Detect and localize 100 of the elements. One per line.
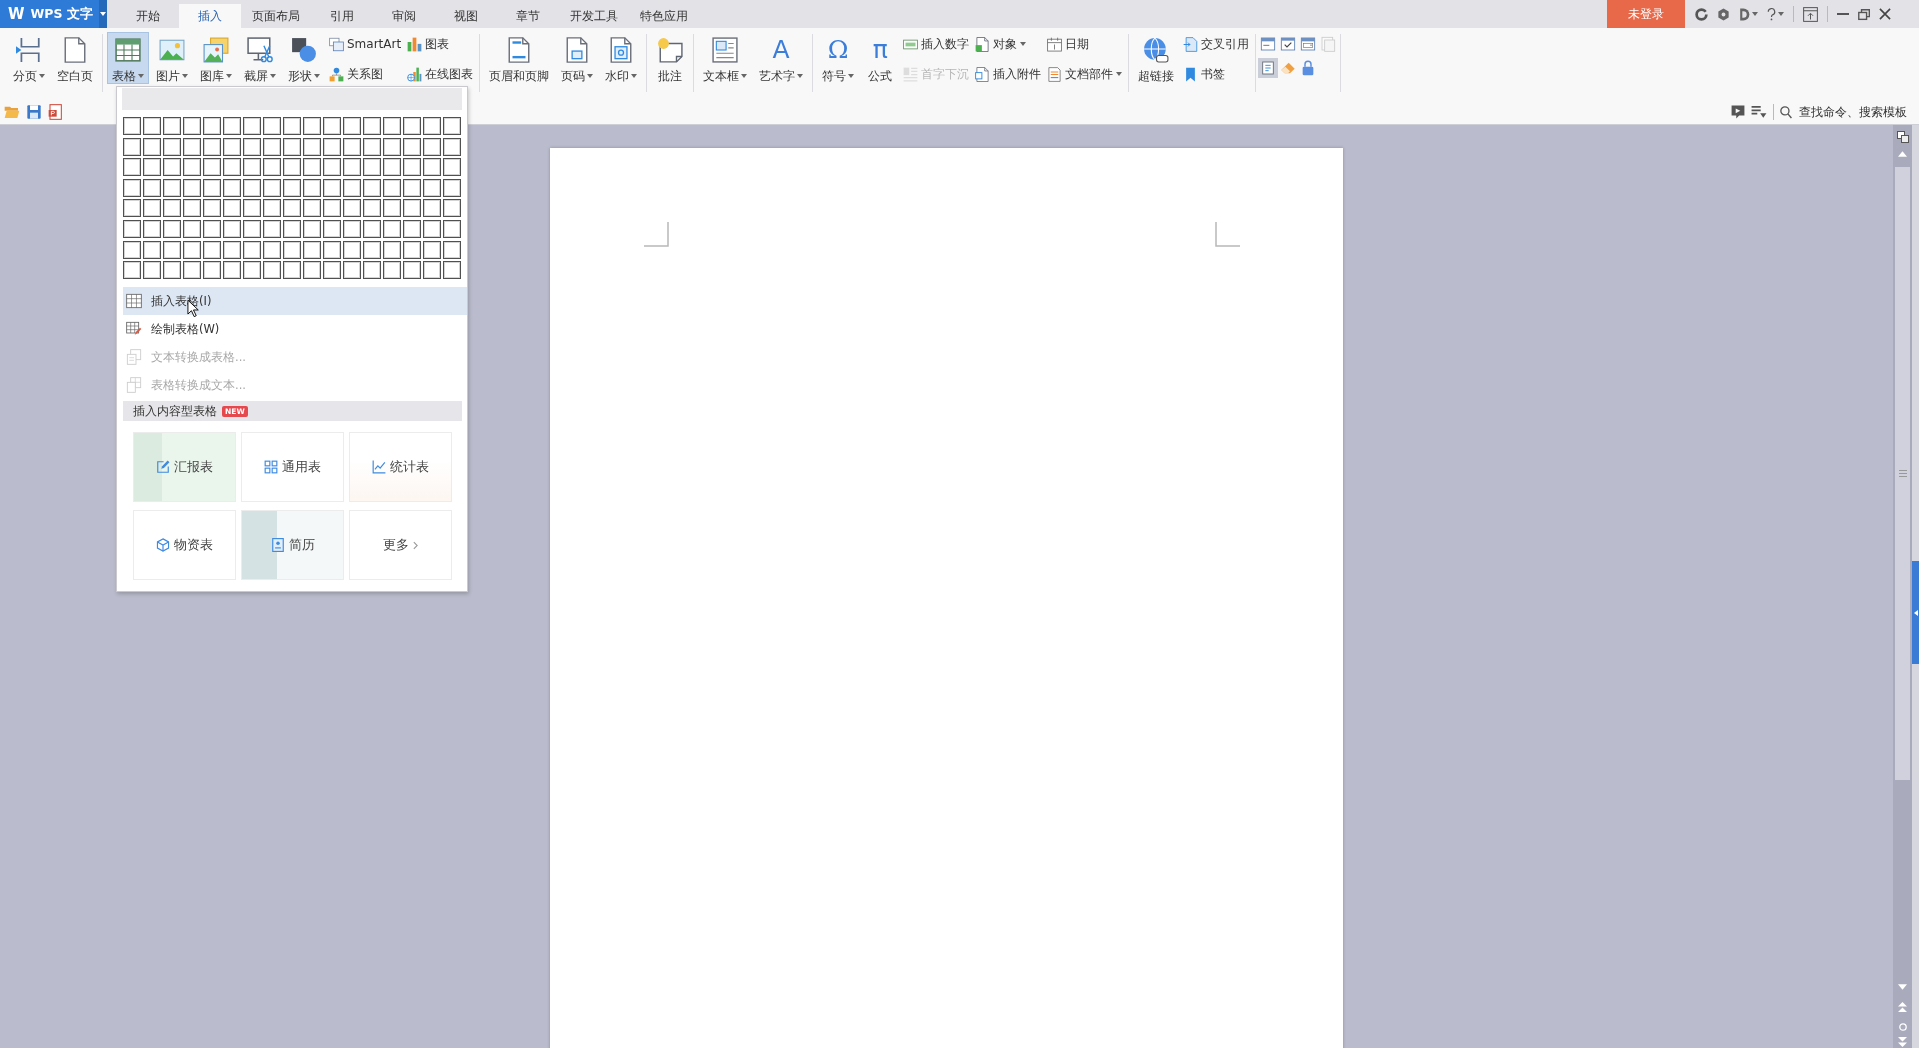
table-grid-cell[interactable]	[283, 158, 301, 177]
table-grid-cell[interactable]	[203, 137, 221, 156]
table-grid-cell[interactable]	[423, 261, 441, 280]
ribbon-button[interactable]: 截屏	[239, 32, 281, 84]
table-grid-cell[interactable]	[143, 137, 161, 156]
table-grid-cell[interactable]	[183, 137, 201, 156]
ribbon-button[interactable]: 插入附件	[973, 63, 1044, 85]
table-grid-cell[interactable]	[183, 178, 201, 197]
table-grid-cell[interactable]	[223, 261, 241, 280]
table-grid-cell[interactable]	[223, 178, 241, 197]
table-grid-cell[interactable]	[303, 178, 321, 197]
table-grid-cell[interactable]	[343, 240, 361, 259]
template-tile[interactable]: 物资表	[133, 510, 236, 581]
table-grid-cell[interactable]	[363, 117, 381, 135]
table-grid-cell[interactable]	[163, 158, 181, 177]
table-grid-cell[interactable]	[203, 158, 221, 177]
table-grid-cell[interactable]	[283, 117, 301, 135]
table-grid-cell[interactable]	[443, 199, 461, 218]
upload-box-icon[interactable]	[1803, 6, 1818, 22]
table-grid-cell[interactable]	[383, 199, 401, 218]
table-grid-cell[interactable]	[143, 117, 161, 135]
table-grid-cell[interactable]	[383, 158, 401, 177]
table-grid-cell[interactable]	[303, 137, 321, 156]
table-grid-cell[interactable]	[203, 240, 221, 259]
table-grid-cell[interactable]	[243, 178, 261, 197]
table-grid-cell[interactable]	[383, 219, 401, 238]
list-dropdown-icon[interactable]	[1751, 105, 1767, 119]
ribbon-button[interactable]: 书签	[1181, 63, 1252, 85]
table-grid-cell[interactable]	[323, 117, 341, 135]
table-grid-cell[interactable]	[143, 261, 161, 280]
text-form-field-icon[interactable]	[1260, 36, 1277, 52]
template-tile[interactable]: 汇报表	[133, 432, 236, 503]
message-icon[interactable]	[1731, 105, 1745, 119]
table-grid-cell[interactable]	[263, 117, 281, 135]
ribbon-button[interactable]: 日期	[1045, 33, 1125, 55]
ribbon-button[interactable]: 表格	[107, 32, 149, 84]
table-grid-cell[interactable]	[403, 240, 421, 259]
table-grid-cell[interactable]	[383, 137, 401, 156]
menu-item[interactable]: 绘制表格(W)	[123, 315, 467, 344]
search-field[interactable]: 查找命令、搜索模板	[1799, 105, 1911, 119]
table-grid-cell[interactable]	[323, 158, 341, 177]
ribbon-button[interactable]: SmartArt	[327, 33, 404, 55]
table-grid-cell[interactable]	[143, 199, 161, 218]
table-grid-cell[interactable]	[443, 178, 461, 197]
table-grid-cell[interactable]	[123, 219, 141, 238]
ribbon-tab[interactable]: 引用	[311, 4, 373, 28]
ribbon-tab[interactable]: 审阅	[373, 4, 435, 28]
table-grid-cell[interactable]	[323, 199, 341, 218]
table-grid-cell[interactable]	[323, 178, 341, 197]
table-grid-cell[interactable]	[243, 117, 261, 135]
table-grid-cell[interactable]	[303, 199, 321, 218]
table-grid-cell[interactable]	[263, 199, 281, 218]
table-grid-cell[interactable]	[123, 137, 141, 156]
ribbon-button[interactable]: 空白页	[52, 32, 98, 84]
table-grid-cell[interactable]	[443, 158, 461, 177]
table-grid-cell[interactable]	[323, 137, 341, 156]
ribbon-button[interactable]: 页码	[556, 32, 599, 84]
table-grid-cell[interactable]	[143, 240, 161, 259]
table-grid-cell[interactable]	[363, 158, 381, 177]
settings-icon[interactable]	[1717, 7, 1730, 21]
table-grid-cell[interactable]	[163, 117, 181, 135]
table-grid-cell[interactable]	[123, 199, 141, 218]
ribbon-button[interactable]: 批注	[651, 32, 690, 84]
table-grid-cell[interactable]	[183, 199, 201, 218]
table-grid-cell[interactable]	[243, 219, 261, 238]
table-grid-cell[interactable]	[163, 240, 181, 259]
help-icon[interactable]	[1767, 7, 1776, 21]
ribbon-button[interactable]: 关系图	[327, 63, 404, 85]
table-grid-cell[interactable]	[283, 219, 301, 238]
table-grid-cell[interactable]	[143, 158, 161, 177]
table-grid-cell[interactable]	[363, 199, 381, 218]
table-grid-cell[interactable]	[223, 137, 241, 156]
ribbon-tab[interactable]: 开始	[117, 4, 179, 28]
table-grid-cell[interactable]	[303, 240, 321, 259]
table-grid-cell[interactable]	[303, 117, 321, 135]
table-grid-cell[interactable]	[203, 178, 221, 197]
ribbon-button[interactable]: 文档部件	[1045, 63, 1125, 85]
table-grid-cell[interactable]	[323, 240, 341, 259]
table-grid-cell[interactable]	[423, 158, 441, 177]
table-grid-cell[interactable]	[423, 219, 441, 238]
ribbon-button[interactable]: 文本框	[698, 32, 753, 84]
table-grid-cell[interactable]	[263, 261, 281, 280]
table-grid-cell[interactable]	[343, 219, 361, 238]
ribbon-button[interactable]: 交叉引用	[1181, 33, 1252, 55]
table-grid-cell[interactable]	[403, 137, 421, 156]
table-grid-cell[interactable]	[383, 240, 401, 259]
table-grid-cell[interactable]	[183, 219, 201, 238]
table-grid-cell[interactable]	[223, 219, 241, 238]
template-tile[interactable]: 简历	[241, 510, 344, 581]
table-grid-cell[interactable]	[223, 117, 241, 135]
table-grid-cell[interactable]	[383, 261, 401, 280]
ribbon-button[interactable]: 形状	[283, 32, 325, 84]
table-grid-cell[interactable]	[263, 219, 281, 238]
ribbon-tab[interactable]: 视图	[435, 4, 497, 28]
table-grid-cell[interactable]	[343, 158, 361, 177]
ribbon-tab[interactable]: 页面布局	[241, 4, 311, 28]
ribbon-button[interactable]: 图片	[151, 32, 193, 84]
scrollbar-thumb[interactable]	[1895, 167, 1910, 780]
table-grid-cell[interactable]	[163, 261, 181, 280]
table-grid-cell[interactable]	[183, 261, 201, 280]
